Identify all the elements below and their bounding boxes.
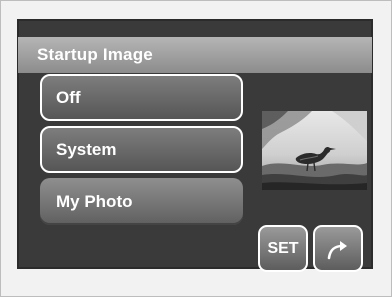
option-my-photo[interactable]: My Photo	[40, 178, 243, 225]
option-system[interactable]: System	[40, 126, 243, 173]
menu-title: Startup Image	[18, 37, 372, 73]
set-button-label: SET	[267, 239, 299, 257]
return-arrow-icon	[327, 240, 347, 259]
set-button[interactable]: SET	[258, 225, 308, 272]
return-button[interactable]	[313, 225, 363, 272]
startup-image-preview	[262, 111, 367, 190]
option-off[interactable]: Off	[40, 74, 243, 121]
bird-photo-thumbnail	[262, 111, 367, 190]
